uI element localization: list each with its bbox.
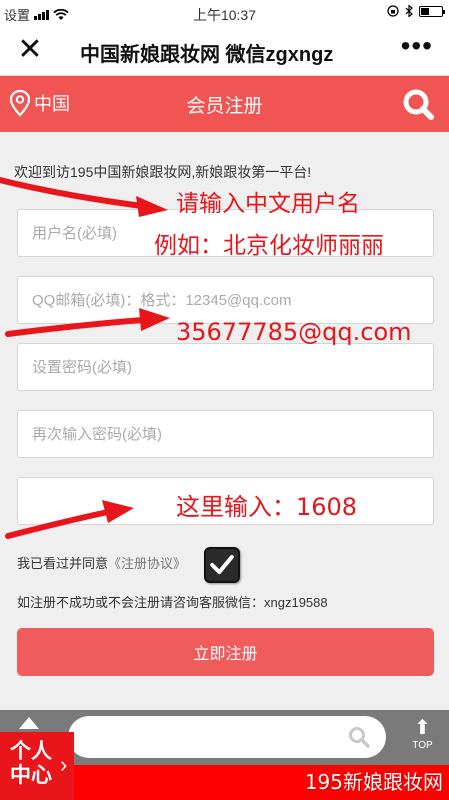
email-input[interactable] [17,276,434,324]
contact-support-text: 如注册不成功或不会注册请咨询客服微信：xngz19588 [17,595,328,610]
annotation-email-example: 35677785@qq.com [176,318,412,346]
battery-icon [419,5,445,17]
page-title: 会员注册 [186,96,263,117]
register-button[interactable]: 立即注册 [17,628,434,676]
annotation-username-example: 例如：北京化妆师丽丽 [154,233,384,259]
welcome-text: 欢迎到访195中国新娘跟妆网,新娘跟妆第一平台! [14,164,312,180]
status-bar: 设置 上午10:37 [0,0,449,26]
top-label: TOP [412,740,433,751]
annotation-code-hint: 这里输入：1608 [176,493,358,521]
orientation-lock-icon [387,5,399,17]
chevron-right-icon: › [60,752,68,777]
agreement-link[interactable]: 《注册协议》 [108,556,186,571]
member-center-button[interactable]: 个人中心 › [0,732,74,800]
wechat-page-title: 中国新娘跟妆网 微信zgxngz [80,44,334,66]
agreement-row: 我已看过并同意《注册协议》 [17,553,186,572]
checkmark-icon [210,555,234,575]
status-time: 上午10:37 [192,7,257,23]
password-input[interactable] [17,343,434,391]
bottom-search-input[interactable] [68,716,386,758]
wechat-nav-bar: ✕ 中国新娘跟妆网 微信zgxngz ••• [0,26,449,76]
password-confirm-input[interactable] [17,410,434,458]
agree-text: 我已看过并同意 [17,556,109,571]
search-icon[interactable] [401,87,435,121]
agree-checkbox[interactable] [204,547,240,583]
annotation-username-hint: 请输入中文用户名 [176,191,360,217]
back-to-top-button[interactable]: ⬆ TOP [396,710,449,765]
bluetooth-icon [405,5,413,17]
more-options-icon[interactable]: ••• [401,32,433,60]
close-icon[interactable]: ✕ [14,34,46,66]
member-center-label: 个人中心 [10,740,52,787]
search-icon[interactable] [348,726,370,748]
chevron-up-icon [19,717,39,729]
arrow-up-icon: ⬆ [414,717,431,739]
site-header: 中国 会员注册 [0,76,449,132]
watermark: 195新娘跟妆网 [304,770,443,794]
